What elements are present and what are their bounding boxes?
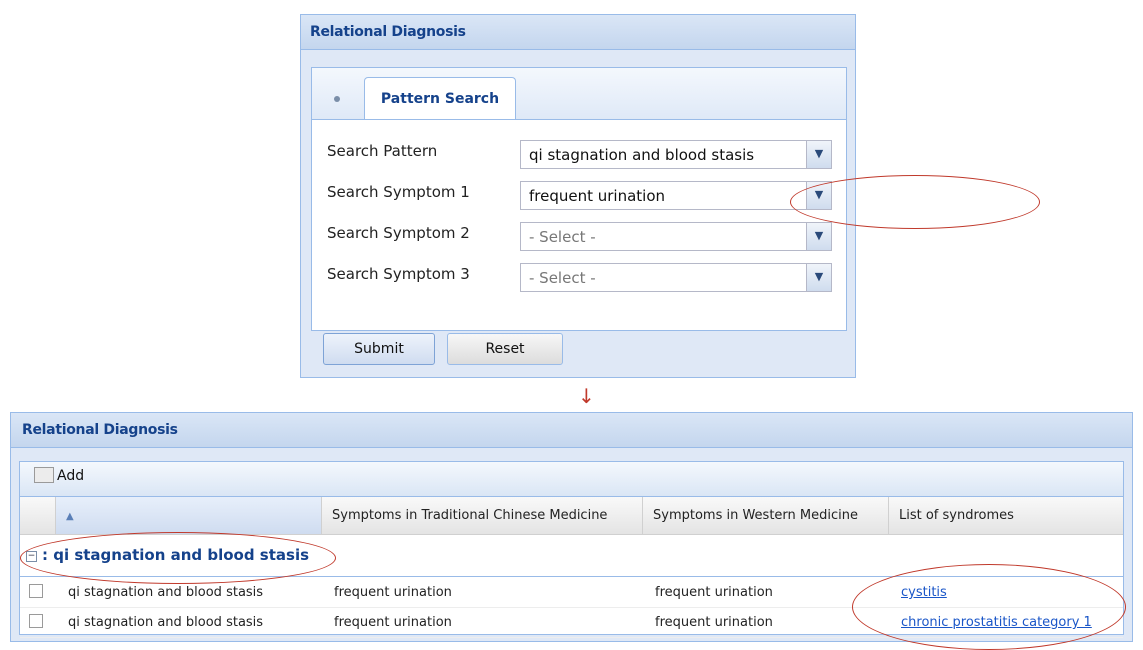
panel-title: Relational Diagnosis xyxy=(301,15,855,50)
grid-toolbar: Add xyxy=(20,462,1123,497)
field-label: Search Symptom 1 xyxy=(327,183,470,201)
tab-scroll-dot-icon[interactable] xyxy=(334,96,340,102)
cell-pattern: qi stagnation and blood stasis xyxy=(68,585,264,600)
folder-icon xyxy=(34,467,54,483)
field-search-symptom-1: Search Symptom 1 frequent urination ▼ xyxy=(327,179,837,211)
search-symptom-1-combo[interactable]: frequent urination ▼ xyxy=(520,181,832,210)
field-label: Search Symptom 2 xyxy=(327,224,470,242)
reset-button[interactable]: Reset xyxy=(447,333,563,365)
field-search-symptom-2: Search Symptom 2 - Select - ▼ xyxy=(327,220,837,252)
field-search-symptom-3: Search Symptom 3 - Select - ▼ xyxy=(327,261,837,293)
cell-tcm-symptom: frequent urination xyxy=(334,585,452,600)
results-panel: Relational Diagnosis Add ▲ Symptoms in T… xyxy=(10,412,1133,642)
table-row[interactable]: qi stagnation and blood stasis frequent … xyxy=(20,608,1123,638)
flow-arrow-icon: ↓ xyxy=(578,384,595,408)
search-symptom-3-combo[interactable]: - Select - ▼ xyxy=(520,263,832,292)
submit-button[interactable]: Submit xyxy=(323,333,435,365)
chevron-down-icon[interactable]: ▼ xyxy=(806,141,831,168)
pattern-search-panel: Relational Diagnosis Pattern Search Sear… xyxy=(300,14,856,378)
search-pattern-combo[interactable]: qi stagnation and blood stasis ▼ xyxy=(520,140,832,169)
header-checkbox-column xyxy=(20,497,56,534)
field-label: Search Pattern xyxy=(327,142,438,160)
combo-value: frequent urination xyxy=(529,187,666,205)
chevron-down-icon[interactable]: ▼ xyxy=(806,182,831,209)
combo-value: qi stagnation and blood stasis xyxy=(529,146,755,164)
tab-pattern-search[interactable]: Pattern Search xyxy=(364,77,516,121)
row-checkbox[interactable] xyxy=(29,584,43,598)
group-label: : qi stagnation and blood stasis xyxy=(42,546,310,564)
header-syndromes[interactable]: List of syndromes xyxy=(889,497,1123,534)
add-label: Add xyxy=(57,468,85,484)
add-button[interactable]: Add xyxy=(34,467,85,490)
field-label: Search Symptom 3 xyxy=(327,265,470,283)
group-row[interactable]: − : qi stagnation and blood stasis xyxy=(20,536,1123,577)
cell-syndrome: chronic prostatitis category 1 xyxy=(901,615,1092,630)
grid-header: ▲ Symptoms in Traditional Chinese Medici… xyxy=(20,497,1123,535)
combo-placeholder: - Select - xyxy=(529,228,596,246)
row-checkbox[interactable] xyxy=(29,614,43,628)
panel-title: Relational Diagnosis xyxy=(11,413,1132,448)
syndrome-link[interactable]: chronic prostatitis category 1 xyxy=(901,615,1092,630)
cell-tcm-symptom: frequent urination xyxy=(334,615,452,630)
collapse-icon[interactable]: − xyxy=(26,551,37,562)
table-row[interactable]: qi stagnation and blood stasis frequent … xyxy=(20,578,1123,608)
cell-pattern: qi stagnation and blood stasis xyxy=(68,615,264,630)
header-pattern-column[interactable]: ▲ xyxy=(56,497,322,534)
field-search-pattern: Search Pattern qi stagnation and blood s… xyxy=(327,138,837,170)
search-symptom-2-combo[interactable]: - Select - ▼ xyxy=(520,222,832,251)
syndrome-link[interactable]: cystitis xyxy=(901,585,947,600)
chevron-down-icon[interactable]: ▼ xyxy=(806,264,831,291)
header-western-symptoms[interactable]: Symptoms in Western Medicine xyxy=(643,497,889,534)
tab-strip: Pattern Search xyxy=(311,67,847,121)
cell-western-symptom: frequent urination xyxy=(655,585,773,600)
cell-western-symptom: frequent urination xyxy=(655,615,773,630)
search-form: Search Pattern qi stagnation and blood s… xyxy=(311,119,847,331)
header-tcm-symptoms[interactable]: Symptoms in Traditional Chinese Medicine xyxy=(322,497,643,534)
combo-placeholder: - Select - xyxy=(529,269,596,287)
sort-up-icon: ▲ xyxy=(66,511,74,522)
cell-syndrome: cystitis xyxy=(901,585,947,600)
chevron-down-icon[interactable]: ▼ xyxy=(806,223,831,250)
results-grid: Add ▲ Symptoms in Traditional Chinese Me… xyxy=(19,461,1124,638)
